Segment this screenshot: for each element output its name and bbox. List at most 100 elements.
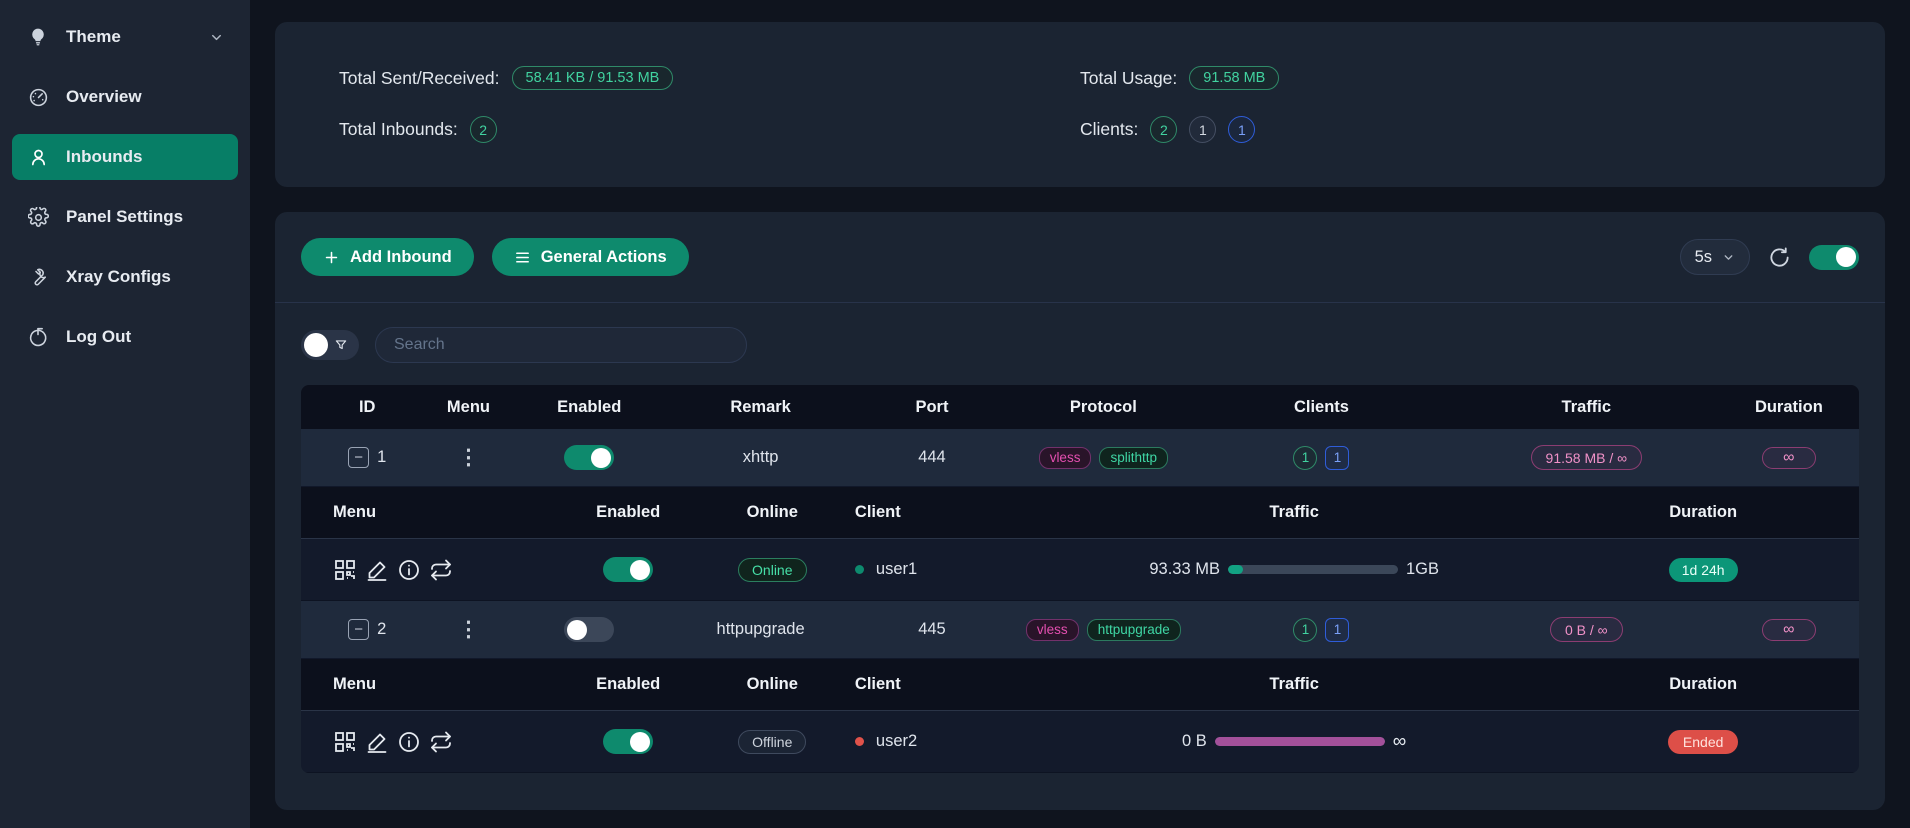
logout-icon	[26, 325, 50, 349]
traffic-progress-bar	[1228, 565, 1398, 574]
status-dot	[855, 565, 864, 574]
sidebar-item-label: Log Out	[66, 327, 131, 347]
qr-code-icon[interactable]	[333, 558, 357, 582]
sidebar-item-inbounds[interactable]: Inbounds	[12, 134, 238, 180]
row-menu-icon[interactable]: ⋮	[458, 445, 479, 470]
online-status-badge: Online	[738, 558, 806, 582]
header-traffic: Traffic	[1454, 398, 1719, 417]
auto-refresh-toggle[interactable]	[1809, 245, 1859, 270]
traffic-progress-bar	[1215, 737, 1385, 746]
clients-total-badge: 2	[1150, 116, 1177, 143]
qr-code-icon[interactable]	[333, 730, 357, 754]
subheader-client: Client	[823, 675, 1041, 694]
progress-fill	[1228, 565, 1243, 574]
inbound-remark: xhttp	[675, 448, 846, 467]
protocol-badge: vless	[1039, 447, 1092, 469]
progress-fill	[1215, 737, 1385, 746]
subheader-traffic: Traffic	[1041, 675, 1547, 694]
edit-icon[interactable]	[365, 730, 389, 754]
toggle-knob	[630, 560, 650, 580]
collapse-row-icon[interactable]: −	[348, 447, 369, 468]
client-table-header: Menu Enabled Online Client Traffic Durat…	[301, 659, 1859, 711]
refresh-icon[interactable]	[1768, 246, 1791, 269]
inbound-remark: httpupgrade	[675, 620, 846, 639]
stats-right-column: Total Usage: 91.58 MB Clients: 2 1 1	[1080, 66, 1821, 143]
search-input[interactable]	[375, 327, 747, 363]
client-table-header: Menu Enabled Online Client Traffic Durat…	[301, 487, 1859, 539]
transport-badge: httpupgrade	[1087, 619, 1181, 641]
header-id: ID	[301, 398, 433, 417]
add-inbound-button[interactable]: Add Inbound	[301, 238, 474, 276]
toolbar: Add Inbound General Actions 5s	[275, 238, 1885, 303]
stat-total-inbounds: Total Inbounds: 2	[339, 116, 1080, 143]
edit-icon[interactable]	[365, 558, 389, 582]
header-protocol: Protocol	[1018, 398, 1189, 417]
traffic-used: 0 B	[1182, 732, 1207, 751]
general-actions-button[interactable]: General Actions	[492, 238, 689, 276]
search-row	[301, 327, 1859, 363]
sidebar-item-xray-configs[interactable]: Xray Configs	[12, 254, 238, 300]
reset-traffic-icon[interactable]	[429, 558, 453, 582]
client-row: Online user1 93.33 MB 1GB 1d 24h	[301, 539, 1859, 601]
collapse-row-icon[interactable]: −	[348, 619, 369, 640]
toggle-knob	[304, 333, 328, 357]
header-port: Port	[846, 398, 1017, 417]
client-name: user2	[855, 732, 917, 751]
traffic-total: 1GB	[1406, 560, 1439, 579]
info-icon[interactable]	[397, 558, 421, 582]
sidebar-item-label: Xray Configs	[66, 267, 171, 287]
client-count-green: 1	[1293, 618, 1317, 642]
inbound-id: 1	[377, 448, 386, 467]
sidebar-item-overview[interactable]: Overview	[12, 74, 238, 120]
client-name: user1	[855, 560, 917, 579]
stat-label: Total Sent/Received:	[339, 68, 500, 89]
inbounds-table: ID Menu Enabled Remark Port Protocol Cli…	[301, 385, 1859, 773]
add-inbound-label: Add Inbound	[350, 248, 452, 267]
subheader-client: Client	[823, 503, 1041, 522]
inbound-id: 2	[377, 620, 386, 639]
header-duration: Duration	[1719, 398, 1859, 417]
protocol-badge: vless	[1026, 619, 1079, 641]
inbound-port: 445	[846, 620, 1017, 639]
online-status-badge: Offline	[738, 730, 806, 754]
traffic-badge: 91.58 MB / ∞	[1531, 445, 1643, 470]
stats-left-column: Total Sent/Received: 58.41 KB / 91.53 MB…	[339, 66, 1080, 143]
inbounds-count-badge: 2	[470, 116, 497, 143]
sidebar-item-theme[interactable]: Theme	[12, 14, 238, 60]
subheader-menu: Menu	[301, 503, 535, 522]
client-enabled-toggle[interactable]	[603, 729, 653, 754]
filter-toggle[interactable]	[301, 330, 359, 360]
inbound-enabled-toggle[interactable]	[564, 617, 614, 642]
main-content: Total Sent/Received: 58.41 KB / 91.53 MB…	[250, 0, 1910, 828]
toggle-knob	[1836, 247, 1856, 267]
toggle-knob	[567, 620, 587, 640]
sidebar-item-panel-settings[interactable]: Panel Settings	[12, 194, 238, 240]
row-menu-icon[interactable]: ⋮	[458, 617, 479, 642]
menu-lines-icon	[514, 249, 531, 266]
table-header-row: ID Menu Enabled Remark Port Protocol Cli…	[301, 385, 1859, 429]
client-enabled-toggle[interactable]	[603, 557, 653, 582]
subheader-duration: Duration	[1547, 675, 1859, 694]
sidebar-item-label: Panel Settings	[66, 207, 183, 227]
stat-label: Total Usage:	[1080, 68, 1177, 89]
sidebar-item-logout[interactable]: Log Out	[12, 314, 238, 360]
sidebar-item-label: Inbounds	[66, 147, 142, 167]
client-count-blue: 1	[1325, 446, 1349, 470]
sidebar-item-label: Theme	[66, 27, 121, 47]
toggle-knob	[630, 732, 650, 752]
chevron-down-icon	[209, 30, 224, 45]
client-count-green: 1	[1293, 446, 1317, 470]
info-icon[interactable]	[397, 730, 421, 754]
transport-badge: splithttp	[1099, 447, 1168, 469]
sidebar-item-label: Overview	[66, 87, 142, 107]
sidebar: Theme Overview Inbounds Panel Settings	[0, 0, 250, 828]
stat-sent-received: Total Sent/Received: 58.41 KB / 91.53 MB	[339, 66, 1080, 90]
subheader-online: Online	[722, 503, 823, 522]
stat-clients: Clients: 2 1 1	[1080, 116, 1821, 143]
inbound-enabled-toggle[interactable]	[564, 445, 614, 470]
refresh-interval-select[interactable]: 5s	[1680, 239, 1750, 275]
reset-traffic-icon[interactable]	[429, 730, 453, 754]
gear-icon	[26, 205, 50, 229]
dashboard-icon	[26, 85, 50, 109]
refresh-interval-value: 5s	[1695, 248, 1712, 267]
